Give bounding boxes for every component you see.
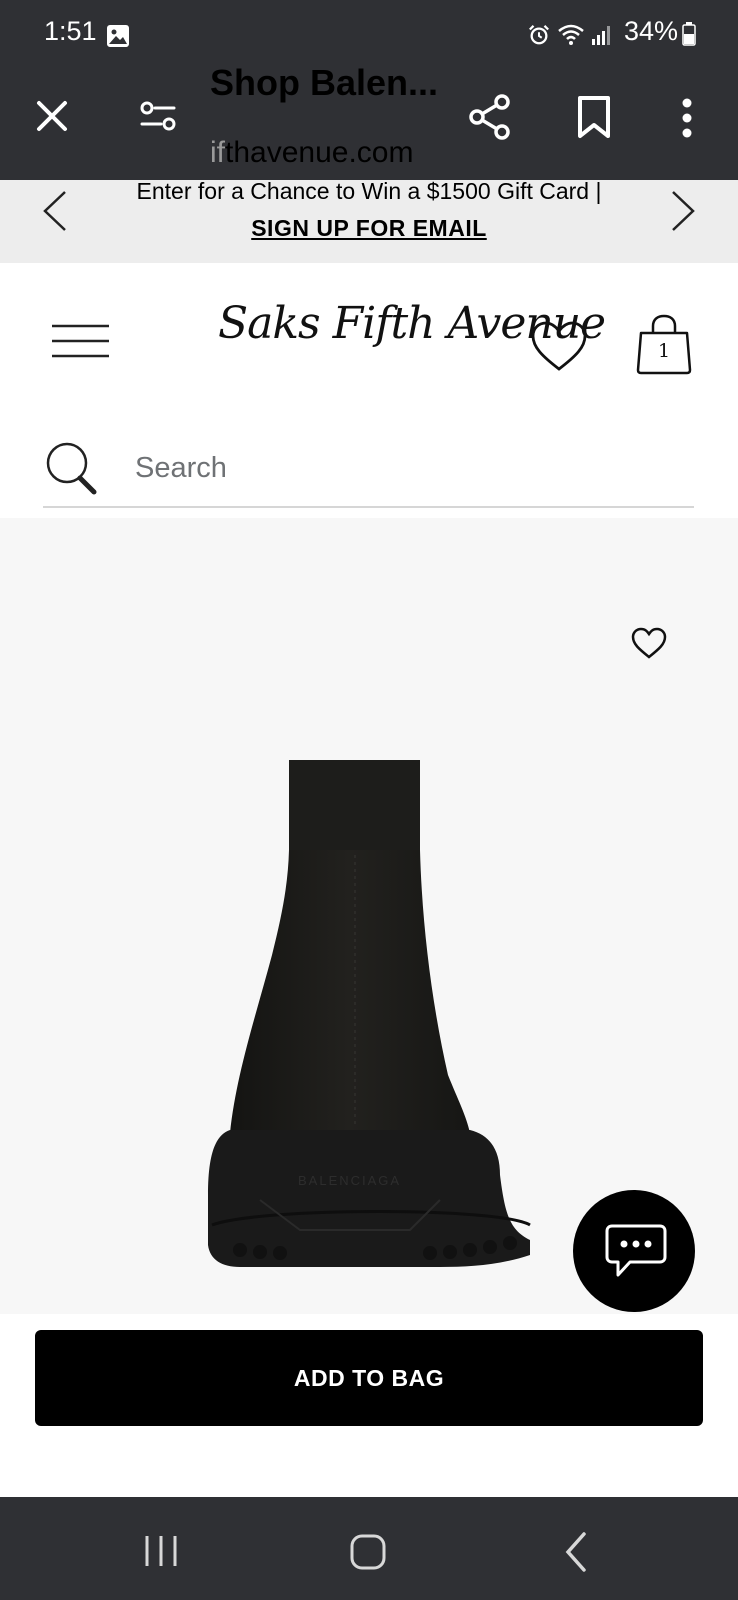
more-options-icon[interactable] — [680, 98, 694, 138]
alarm-icon — [529, 25, 549, 45]
page-url[interactable]: ifthavenue.com — [210, 136, 413, 170]
promo-next-chevron-icon[interactable] — [670, 190, 696, 232]
hamburger-menu-icon[interactable] — [52, 324, 109, 358]
product-photo-sock-sneaker: BALENCIAGA — [208, 760, 531, 1267]
search-icon[interactable] — [44, 440, 98, 496]
product-brand-imprint: BALENCIAGA — [298, 1173, 401, 1188]
bookmark-icon[interactable] — [577, 95, 611, 139]
home-icon[interactable] — [350, 1534, 386, 1570]
battery-percent: 34% — [623, 16, 678, 46]
url-domain: thavenue.com — [225, 136, 414, 169]
site-settings-icon[interactable] — [140, 101, 176, 131]
battery-icon — [682, 22, 696, 46]
wifi-icon — [558, 24, 584, 45]
recent-apps-icon[interactable] — [144, 1534, 178, 1568]
gallery-notification-icon — [107, 25, 129, 47]
back-icon[interactable] — [565, 1532, 587, 1572]
chat-bubble-icon — [605, 1224, 667, 1277]
bag-count: 1 — [657, 340, 671, 362]
status-time: 1:51 — [44, 16, 97, 46]
signal-icon — [592, 26, 610, 45]
search-underline — [43, 506, 694, 508]
search-input[interactable]: Search — [135, 452, 227, 485]
favorite-heart-icon[interactable] — [631, 627, 667, 659]
status-bar: 1:51 34% — [0, 0, 738, 70]
signup-email-link[interactable]: SIGN UP FOR EMAIL — [0, 215, 738, 242]
share-icon[interactable] — [468, 94, 512, 140]
wishlist-heart-icon[interactable] — [530, 320, 588, 372]
close-icon[interactable] — [36, 100, 68, 132]
page-title: Shop Balen... — [210, 62, 439, 103]
add-to-bag-button[interactable]: ADD TO BAG — [35, 1330, 703, 1426]
promo-text: Enter for a Chance to Win a $1500 Gift C… — [136, 178, 602, 204]
url-faded-prefix: if — [210, 136, 225, 169]
